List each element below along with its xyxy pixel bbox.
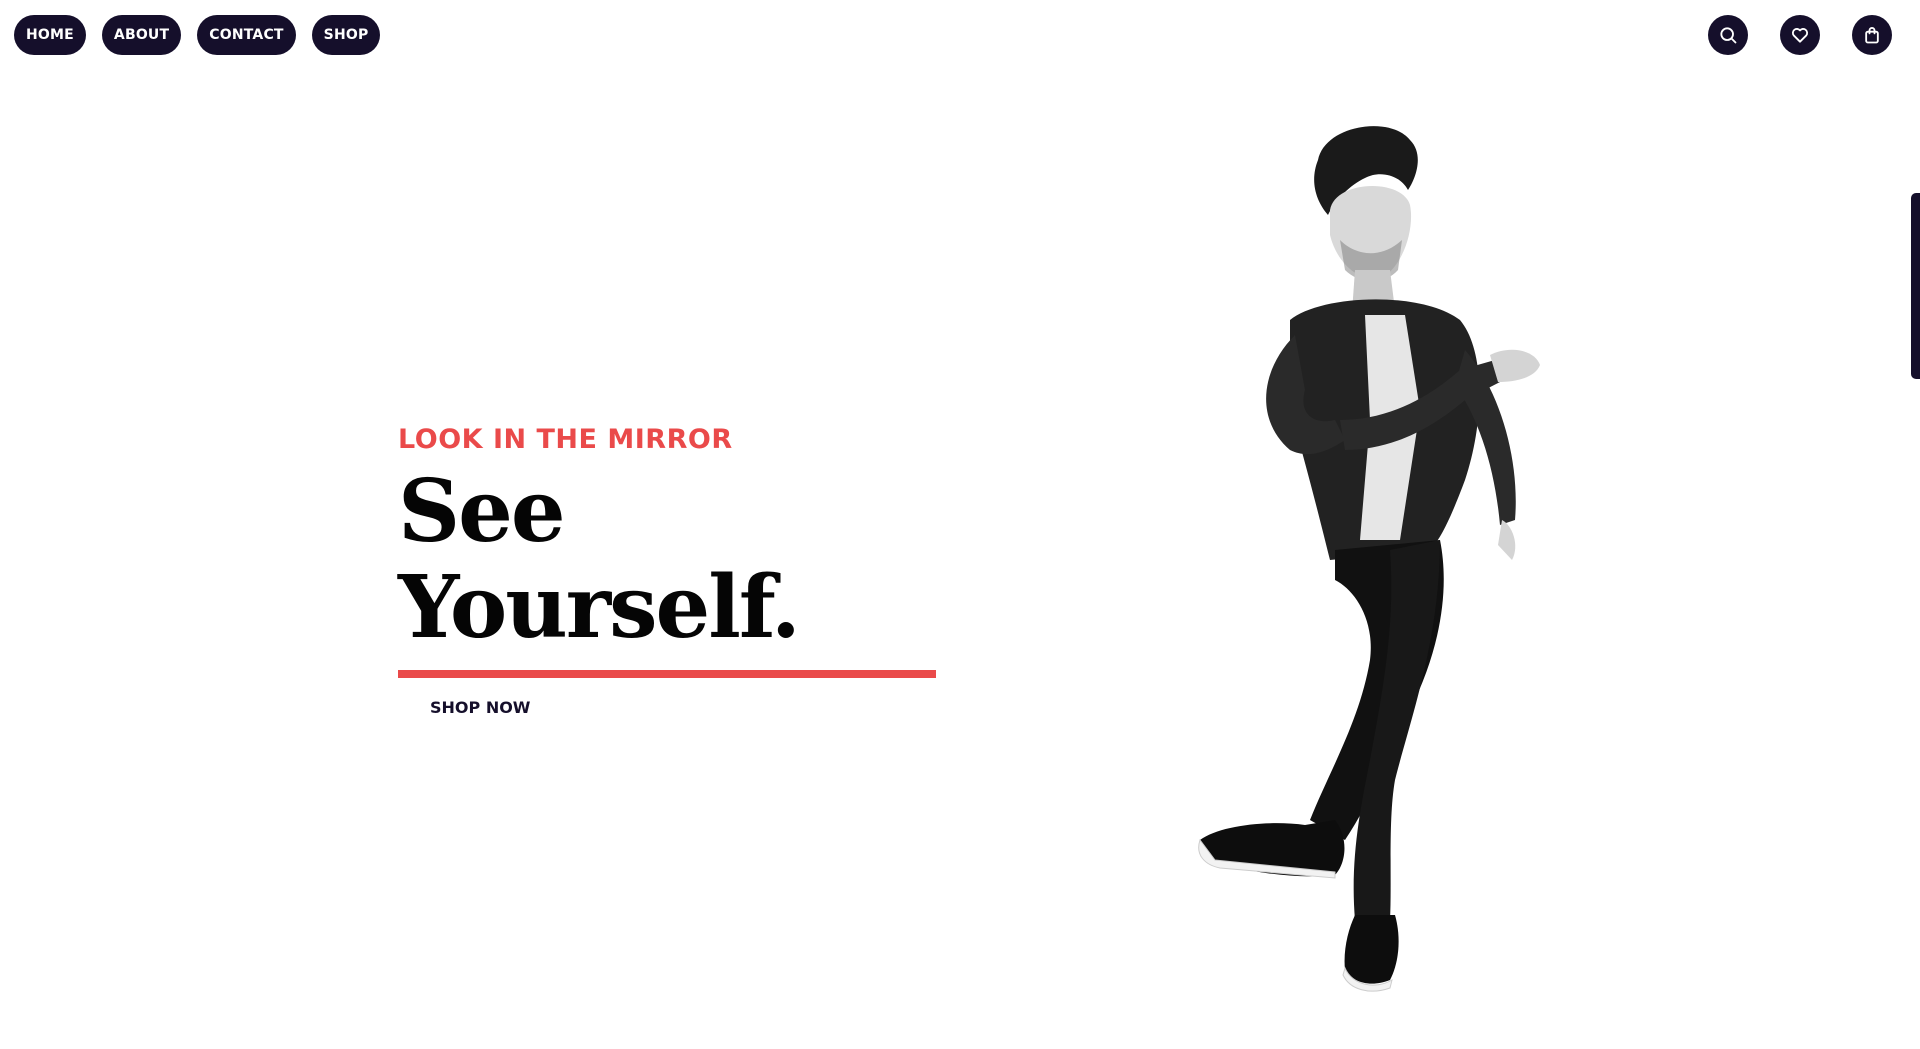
page: HOME ABOUT CONTACT SHOP LOOK IN THE MIRR… <box>0 0 1920 1049</box>
nav-home-button[interactable]: HOME <box>14 15 86 55</box>
search-icon <box>1720 27 1737 44</box>
wishlist-button[interactable] <box>1780 15 1820 55</box>
headline-underline <box>398 670 936 678</box>
search-button[interactable] <box>1708 15 1748 55</box>
hero-headline: See Yourself. <box>398 461 801 658</box>
nav-contact-button[interactable]: CONTACT <box>197 15 296 55</box>
cart-button[interactable] <box>1852 15 1892 55</box>
hero-eyebrow: LOOK IN THE MIRROR <box>398 424 733 455</box>
header-actions <box>1708 15 1892 55</box>
model-image <box>1198 126 1540 992</box>
hero: LOOK IN THE MIRROR See Yourself. SHOP NO… <box>398 424 938 718</box>
shop-now-link[interactable]: SHOP NOW <box>430 698 530 717</box>
main-nav: HOME ABOUT CONTACT SHOP <box>14 15 381 55</box>
scroll-indicator[interactable] <box>1911 193 1920 379</box>
nav-about-button[interactable]: ABOUT <box>101 15 182 55</box>
heart-icon <box>1791 28 1809 43</box>
shopping-bag-icon <box>1865 27 1879 44</box>
nav-shop-button[interactable]: SHOP <box>311 15 381 55</box>
